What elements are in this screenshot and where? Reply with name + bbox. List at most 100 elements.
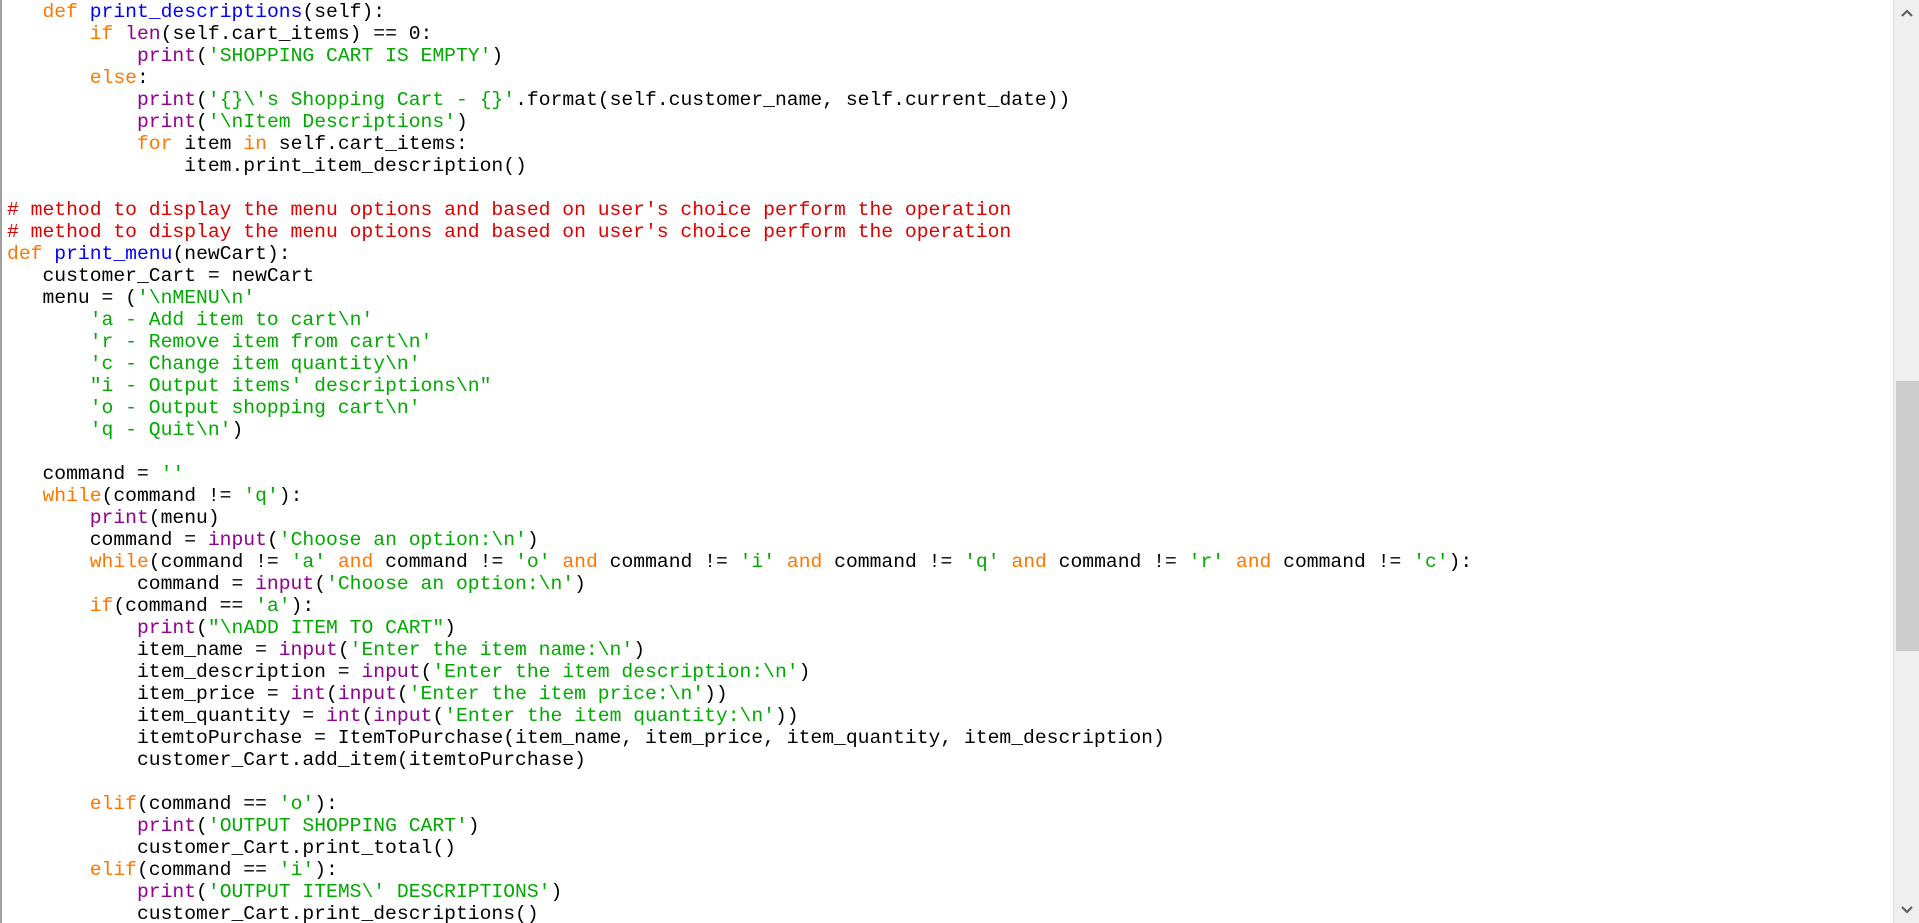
code-token: itemtoPurchase = ItemToPurchase(item_nam… (7, 727, 1165, 749)
code-line[interactable]: elif(command == 'i'): (7, 859, 1472, 881)
code-token: item (172, 133, 244, 155)
code-line[interactable]: "i - Output items' descriptions\n" (7, 375, 1472, 397)
builtin-token: int (290, 683, 326, 705)
code-line[interactable]: print(menu) (7, 507, 1472, 529)
code-line[interactable]: if len(self.cart_items) == 0: (7, 23, 1472, 45)
scroll-down-button[interactable] (1894, 899, 1919, 921)
code-text-area[interactable]: def print_descriptions(self): if len(sel… (7, 1, 1472, 923)
code-line[interactable]: item_name = input('Enter the item name:\… (7, 639, 1472, 661)
string-token: 'r' (1188, 551, 1225, 573)
code-token: ( (196, 111, 208, 133)
code-line[interactable]: customer_Cart.print_descriptions() (7, 903, 1472, 923)
code-line[interactable]: elif(command == 'o'): (7, 793, 1472, 815)
code-line[interactable]: def print_descriptions(self): (7, 1, 1472, 23)
code-line[interactable]: customer_Cart.add_item(itemtoPurchase) (7, 749, 1472, 771)
string-token: "i - Output items' descriptions\n" (89, 375, 492, 397)
code-line[interactable] (7, 771, 1472, 793)
code-line[interactable]: customer_Cart = newCart (7, 265, 1472, 287)
builtin-token: len (125, 23, 161, 45)
code-line[interactable]: item_price = int(input('Enter the item p… (7, 683, 1472, 705)
code-line[interactable]: print('{}\'s Shopping Cart - {}'.format(… (7, 89, 1472, 111)
comment-token: # method to display the menu options and… (7, 221, 1012, 243)
code-line[interactable]: command = input('Choose an option:\n') (7, 529, 1472, 551)
code-token: item_name = (7, 639, 279, 661)
code-line[interactable]: command = input('Choose an option:\n') (7, 573, 1472, 595)
code-token: command = (7, 463, 161, 485)
code-token: command != (597, 551, 740, 573)
builtin-token: input (337, 683, 397, 705)
code-token: ): (1448, 551, 1473, 573)
code-line[interactable]: customer_Cart.print_total() (7, 837, 1472, 859)
vertical-scrollbar[interactable] (1893, 0, 1919, 923)
code-line[interactable]: else: (7, 67, 1472, 89)
code-line[interactable]: print('\nItem Descriptions') (7, 111, 1472, 133)
code-token: .format(self.customer_name, self.current… (515, 89, 1071, 111)
code-line[interactable]: 'q - Quit\n') (7, 419, 1472, 441)
code-token: item_price = (7, 683, 291, 705)
scroll-thumb[interactable] (1896, 381, 1919, 651)
chevron-up-icon (1900, 9, 1913, 17)
code-line[interactable]: 'c - Change item quantity\n' (7, 353, 1472, 375)
keyword-token: for (136, 133, 173, 155)
code-line[interactable]: print('OUTPUT ITEMS\' DESCRIPTIONS') (7, 881, 1472, 903)
code-token: ): (290, 595, 315, 617)
code-line[interactable]: menu = ('\nMENU\n' (7, 287, 1472, 309)
code-line[interactable] (7, 177, 1472, 199)
code-token: (newCart): (172, 243, 291, 265)
code-line[interactable]: print('OUTPUT SHOPPING CART') (7, 815, 1472, 837)
keyword-token: elif (89, 859, 137, 881)
code-token: (command != (101, 485, 244, 507)
code-line[interactable]: item_description = input('Enter the item… (7, 661, 1472, 683)
code-line[interactable]: if(command == 'a'): (7, 595, 1472, 617)
code-line[interactable]: # method to display the menu options and… (7, 221, 1472, 243)
code-token: ) (444, 617, 456, 639)
string-token: 'c' (1413, 551, 1449, 573)
chevron-down-icon (1900, 906, 1913, 914)
string-token: 'a' (255, 595, 291, 617)
code-line[interactable]: command = '' (7, 463, 1472, 485)
builtin-token: input (361, 661, 421, 683)
string-token: 'a - Add item to cart\n' (89, 309, 374, 331)
keyword-token: while (89, 551, 149, 573)
code-line[interactable]: print('SHOPPING CART IS EMPTY') (7, 45, 1472, 67)
code-line[interactable]: itemtoPurchase = ItemToPurchase(item_nam… (7, 727, 1472, 749)
builtin-token: print (136, 45, 197, 67)
string-token: 'q - Quit\n' (89, 419, 232, 441)
code-token: ): (314, 793, 338, 815)
code-line[interactable]: # method to display the menu options and… (7, 199, 1472, 221)
code-token: ( (196, 617, 208, 639)
keyword-token: and (1011, 551, 1047, 573)
code-line[interactable]: while(command != 'q'): (7, 485, 1472, 507)
code-line[interactable]: def print_menu(newCart): (7, 243, 1472, 265)
code-token: (command == (136, 859, 279, 881)
string-token: 'r - Remove item from cart\n' (89, 331, 433, 353)
code-line[interactable]: 'o - Output shopping cart\n' (7, 397, 1472, 419)
code-token: ) (231, 419, 244, 441)
keyword-token: def (42, 1, 78, 23)
keyword-token: if (89, 595, 114, 617)
code-line[interactable]: for item in self.cart_items: (7, 133, 1472, 155)
scroll-up-button[interactable] (1894, 2, 1919, 24)
code-line[interactable]: 'a - Add item to cart\n' (7, 309, 1472, 331)
code-token: ( (337, 639, 350, 661)
code-token: ( (326, 683, 338, 705)
string-token: 'Enter the item price:\n' (408, 683, 705, 705)
code-line[interactable]: item_quantity = int(input('Enter the ite… (7, 705, 1472, 727)
code-line[interactable]: while(command != 'a' and command != 'o' … (7, 551, 1473, 573)
keyword-token: and (786, 551, 823, 573)
code-editor[interactable]: def print_descriptions(self): if len(sel… (0, 0, 1893, 923)
keyword-token: elif (89, 793, 137, 815)
code-line[interactable]: item.print_item_description() (7, 155, 1472, 177)
code-token: item.print_item_description() (7, 155, 527, 177)
code-line[interactable] (7, 441, 1472, 463)
code-line[interactable]: 'r - Remove item from cart\n' (7, 331, 1472, 353)
code-token: customer_Cart.print_descriptions() (7, 903, 539, 923)
definition-name-token: print_menu (54, 243, 173, 265)
code-token: (menu) (148, 507, 220, 529)
code-line[interactable]: print("\nADD ITEM TO CART") (7, 617, 1472, 639)
code-token: item_description = (7, 661, 362, 683)
